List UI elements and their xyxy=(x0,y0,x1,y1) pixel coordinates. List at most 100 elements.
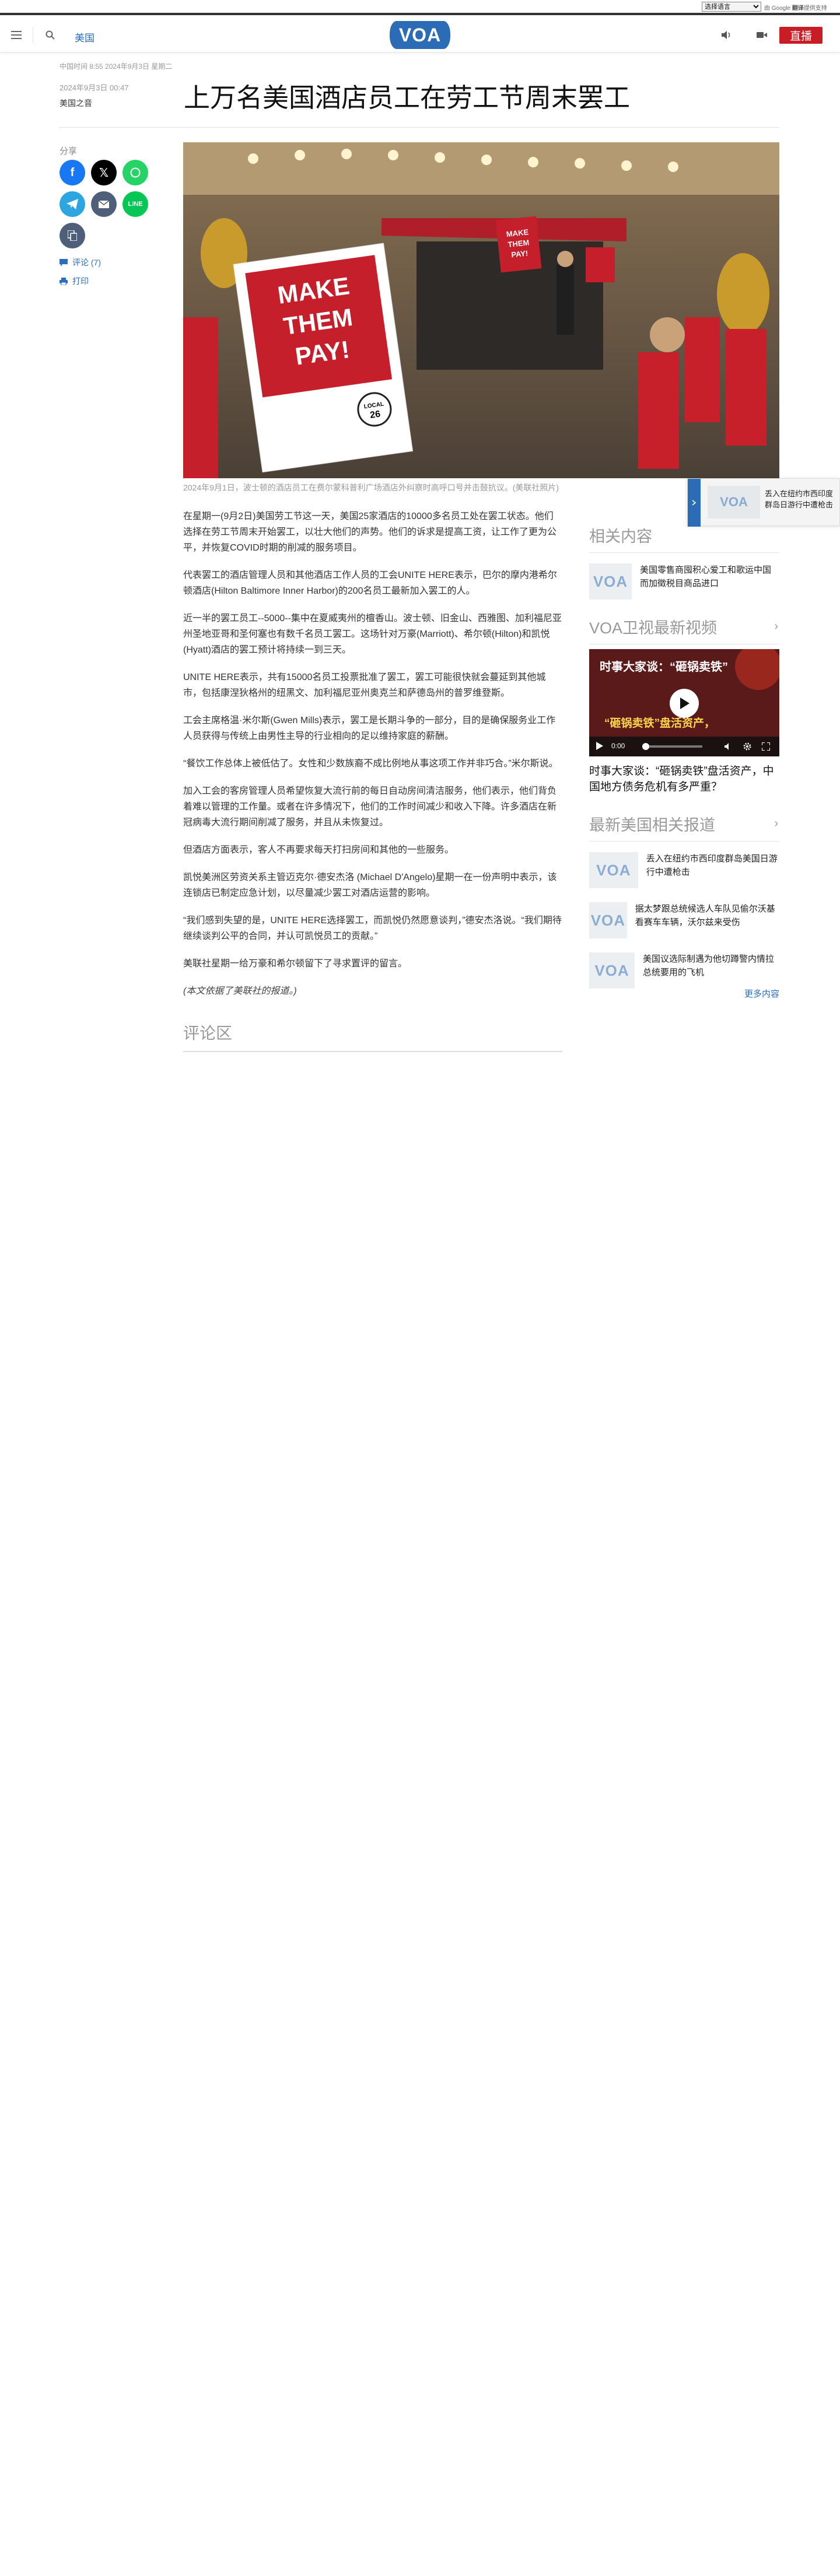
email-share-button[interactable] xyxy=(91,191,117,217)
chevron-right-icon: › xyxy=(774,817,778,830)
latest-section: 最新美国相关报道 › VOA 丢入在纽约市西印度群岛美国日游行中遭枪击 VOA 据… xyxy=(589,812,779,1005)
paragraph: “餐饮工作总体上被低估了。女性和少数族裔不成比例地从事这项工作并非巧合。”米尔斯… xyxy=(183,759,558,769)
menu-button[interactable] xyxy=(0,17,33,52)
comments-title: 评论区 xyxy=(183,1021,562,1052)
title-divider xyxy=(60,127,779,128)
speaker-icon xyxy=(722,31,730,39)
play-icon xyxy=(680,698,690,709)
telegram-share-button[interactable] xyxy=(60,191,85,217)
copy-icon xyxy=(68,230,77,241)
notification-popup[interactable]: VOA 丢入在纽约市西印度群岛日游行中遭枪击 xyxy=(687,478,840,527)
chevron-right-icon: › xyxy=(774,620,778,633)
thumbnail: VOA xyxy=(589,852,638,888)
thumbnail: VOA xyxy=(589,563,632,600)
byline-link[interactable]: 美国之音 xyxy=(60,97,92,109)
copy-link-button[interactable] xyxy=(60,223,85,248)
video-button[interactable] xyxy=(747,17,777,52)
print-label: 打印 xyxy=(72,276,89,286)
volume-icon[interactable] xyxy=(724,742,733,751)
video-overlay-title: 时事大家谈：“砸锅卖铁” xyxy=(600,661,728,674)
paragraph: UNITE HERE表示，共有15000名员工投票批准了罢工，罢工可能很快就会蔓… xyxy=(183,672,546,698)
video-overlay-banner: “砸锅卖铁”盘活资产， xyxy=(604,717,716,730)
x-share-button[interactable]: 𝕏 xyxy=(91,160,117,185)
video-section: VOA卫视最新视频 › 时事大家谈：“砸锅卖铁” “砸锅卖铁”盘活资产， 0:00… xyxy=(589,615,779,795)
thumbnail: VOA xyxy=(589,902,627,938)
translate-bar: 选择语言 由 Google 翻译提供支持 xyxy=(0,0,840,15)
paragraph: 但酒店方面表示，客人不再要求每天打扫房间和其他的一些服务。 xyxy=(183,845,454,855)
video-title[interactable]: VOA卫视最新视频 › xyxy=(589,615,779,644)
comments-link[interactable]: 评论 (7) xyxy=(60,257,101,268)
printer-icon xyxy=(60,277,68,285)
popup-arrow-button[interactable] xyxy=(688,479,701,527)
latest-item-title: 美国议选际制遇为他切蹲警内情拉总统要用的飞机 xyxy=(643,954,775,977)
fullscreen-icon[interactable] xyxy=(761,742,771,751)
video-caption[interactable]: 时事大家谈：“砸锅卖铁”盘活资产，中国地方债务危机有多严重？ xyxy=(589,763,779,795)
print-link[interactable]: 打印 xyxy=(60,275,89,287)
video-play-button[interactable] xyxy=(670,689,699,718)
section-link-us[interactable]: 美国 xyxy=(75,30,94,44)
article-body: 在星期一(9月2日)美国劳工节这一天，美国25家酒店的10000多名员工处在罢工… xyxy=(183,509,562,1011)
translate-powered: 由 Google 翻译提供支持 xyxy=(764,5,827,12)
comment-icon xyxy=(60,258,68,267)
paragraph: 工会主席格温·米尔斯(Gwen Mills)表示，罢工是长期斗争的一部分，目的是… xyxy=(183,716,556,741)
paragraph: 代表罢工的酒店管理人员和其他酒店工作人员的工会UNITE HERE表示，巴尔的摩… xyxy=(183,570,557,596)
arrow-right-icon xyxy=(692,500,696,506)
publish-time: 中国时间 8:55 2024年9月3日 星期二 xyxy=(60,62,173,71)
site-header: 美国 VOA 直播 xyxy=(0,17,840,52)
facebook-icon: f xyxy=(70,166,75,179)
related-item[interactable]: VOA 美国零售商囤积心爱工和歌运中国而加徵税目商品进口 xyxy=(589,563,779,600)
search-icon xyxy=(46,30,55,40)
paragraph: 近一半的罢工员工--5000--集中在夏威夷州的檀香山。波士顿、旧金山、西雅图、… xyxy=(183,614,562,655)
footnote: (本文依据了美联社的报道。) xyxy=(183,986,297,996)
article-title: 上万名美国酒店员工在劳工节周末罢工 xyxy=(184,83,631,113)
envelope-icon xyxy=(99,200,109,208)
line-icon: LINE xyxy=(128,201,143,208)
more-link[interactable]: 更多内容 xyxy=(744,987,779,1000)
language-select[interactable]: 选择语言 xyxy=(702,2,761,12)
related-section: 相关内容 VOA 美国零售商囤积心爱工和歌运中国而加徵税目商品进口 xyxy=(589,524,779,600)
paragraph: 在星期一(9月2日)美国劳工节这一天，美国25家酒店的10000多名员工处在罢工… xyxy=(183,511,557,553)
paragraph: 美联社星期一给万豪和希尔顿留下了寻求置评的留言。 xyxy=(183,959,408,969)
settings-icon[interactable] xyxy=(743,742,751,751)
related-item-title: 美国零售商囤积心爱工和歌运中国而加徵税目商品进口 xyxy=(640,565,772,588)
share-label: 分享 xyxy=(60,146,78,156)
latest-item[interactable]: VOA 据太梦跟总统候选人车队见偷尔沃基看赛车车辆，沃尔兹来受伤 xyxy=(589,902,779,938)
facebook-share-button[interactable]: f xyxy=(60,160,85,185)
hamburger-icon xyxy=(11,31,22,39)
x-icon: 𝕏 xyxy=(99,166,109,180)
comments-label: 评论 (7) xyxy=(72,258,101,267)
voa-logo-placeholder: VOA xyxy=(720,495,748,509)
comments-section: 评论区 xyxy=(183,1021,562,1052)
svg-text:26: 26 xyxy=(369,409,381,420)
article-date: 2024年9月3日 00:47 xyxy=(60,83,129,92)
telegram-icon xyxy=(66,199,78,209)
voa-logo[interactable]: VOA xyxy=(390,21,450,49)
audio-button[interactable] xyxy=(712,17,742,52)
hero-image: MAKE THEM PAY! LOCAL 26 MAKE THEM PAY! xyxy=(183,142,779,478)
latest-item-title: 丢入在纽约市西印度群岛美国日游行中遭枪击 xyxy=(646,854,778,877)
latest-item-title: 据太梦跟总统候选人车队见偷尔沃基看赛车车辆，沃尔兹来受伤 xyxy=(635,904,775,927)
paragraph: “我们感到失望的是，UNITE HERE选择罢工，而凯悦仍然愿意谈判，”德安杰洛… xyxy=(183,916,562,941)
latest-item[interactable]: VOA 丢入在纽约市西印度群岛美国日游行中遭枪击 xyxy=(589,852,779,888)
related-title: 相关内容 xyxy=(589,524,779,553)
player-play-icon[interactable] xyxy=(596,742,604,750)
latest-title[interactable]: 最新美国相关报道 › xyxy=(589,812,779,842)
paragraph: 加入工会的客房管理人员希望恢复大流行前的每日自动房间清洁服务，他们表示，他们背负… xyxy=(183,786,557,828)
search-button[interactable] xyxy=(34,17,66,52)
voa-logo-placeholder: VOA xyxy=(590,911,626,929)
share-buttons: f 𝕏 LINE xyxy=(60,160,148,253)
thumbnail: VOA xyxy=(589,952,635,989)
video-player[interactable]: 时事大家谈：“砸锅卖铁” “砸锅卖铁”盘活资产， 0:00 xyxy=(589,649,779,756)
latest-item[interactable]: VOA 美国议选际制遇为他切蹲警内情拉总统要用的飞机 xyxy=(589,952,779,989)
player-time: 0:00 xyxy=(611,742,625,750)
line-share-button[interactable]: LINE xyxy=(123,191,148,217)
paragraph: 凯悦美洲区劳资关系主管迈克尔·德安杰洛 (Michael D'Angelo)星期… xyxy=(183,872,557,898)
whatsapp-share-button[interactable] xyxy=(123,160,148,185)
live-button[interactable]: 直播 xyxy=(779,27,822,44)
whatsapp-icon xyxy=(130,167,141,178)
voa-logo-placeholder: VOA xyxy=(596,861,631,879)
svg-text:PAY!: PAY! xyxy=(511,248,528,259)
player-progress[interactable] xyxy=(642,743,702,750)
popup-thumbnail: VOA xyxy=(708,486,760,518)
popup-text: 丢入在纽约市西印度群岛日游行中遭枪击 xyxy=(765,489,834,509)
